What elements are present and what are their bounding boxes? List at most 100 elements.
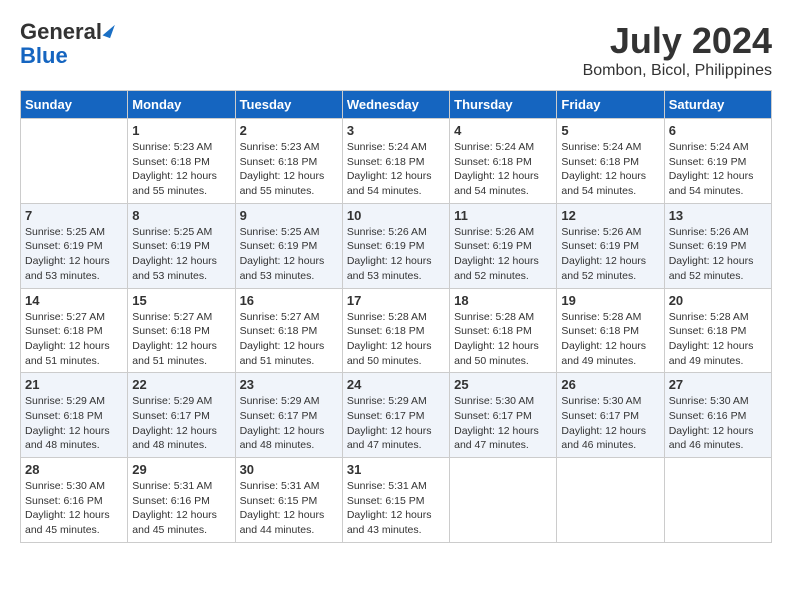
day-info: Sunrise: 5:26 AM Sunset: 6:19 PM Dayligh… [454, 225, 552, 284]
day-info: Sunrise: 5:27 AM Sunset: 6:18 PM Dayligh… [240, 310, 338, 369]
calendar-cell: 10Sunrise: 5:26 AM Sunset: 6:19 PM Dayli… [342, 203, 449, 288]
calendar-table: SundayMondayTuesdayWednesdayThursdayFrid… [20, 90, 772, 543]
calendar-cell: 18 Sunrise: 5:28 AM Sunset: 6:18 PM Dayli… [450, 288, 557, 373]
calendar-cell: 25 Sunrise: 5:30 AM Sunset: 6:17 PM Dayli… [450, 373, 557, 458]
calendar-cell: 9 Sunrise: 5:25 AM Sunset: 6:19 PM Daylig… [235, 203, 342, 288]
calendar-cell: 21 Sunrise: 5:29 AM Sunset: 6:18 PM Dayli… [21, 373, 128, 458]
calendar-col-wednesday: Wednesday [342, 91, 449, 119]
title-block: July 2024 Bombon, Bicol, Philippines [583, 20, 772, 80]
calendar-cell: 1 Sunrise: 5:23 AM Sunset: 6:18 PM Daylig… [128, 119, 235, 204]
calendar-col-tuesday: Tuesday [235, 91, 342, 119]
day-number: 4 [454, 123, 552, 138]
day-number: 26 [561, 377, 659, 392]
day-info: Sunrise: 5:23 AM Sunset: 6:18 PM Dayligh… [240, 140, 338, 199]
calendar-cell: 15Sunrise: 5:27 AM Sunset: 6:18 PM Dayli… [128, 288, 235, 373]
calendar-cell [664, 458, 771, 543]
day-info: Sunrise: 5:28 AM Sunset: 6:18 PM Dayligh… [669, 310, 767, 369]
day-info: Sunrise: 5:30 AM Sunset: 6:17 PM Dayligh… [561, 394, 659, 453]
calendar-col-thursday: Thursday [450, 91, 557, 119]
calendar-cell: 12Sunrise: 5:26 AM Sunset: 6:19 PM Dayli… [557, 203, 664, 288]
day-number: 21 [25, 377, 123, 392]
day-number: 27 [669, 377, 767, 392]
calendar-week-1: 1 Sunrise: 5:23 AM Sunset: 6:18 PM Daylig… [21, 119, 772, 204]
day-info: Sunrise: 5:27 AM Sunset: 6:18 PM Dayligh… [132, 310, 230, 369]
day-info: Sunrise: 5:30 AM Sunset: 6:16 PM Dayligh… [25, 479, 123, 538]
day-info: Sunrise: 5:26 AM Sunset: 6:19 PM Dayligh… [669, 225, 767, 284]
calendar-cell: 6 Sunrise: 5:24 AM Sunset: 6:19 PM Daylig… [664, 119, 771, 204]
calendar-week-2: 7 Sunrise: 5:25 AM Sunset: 6:19 PM Daylig… [21, 203, 772, 288]
calendar-cell: 7Sunrise: 5:25 AM Sunset: 6:19 PM Daylig… [21, 203, 128, 288]
day-number: 28 [25, 462, 123, 477]
day-number: 19 [561, 293, 659, 308]
calendar-cell: 11 Sunrise: 5:26 AM Sunset: 6:19 PM Dayli… [450, 203, 557, 288]
calendar-cell: 3 Sunrise: 5:24 AM Sunset: 6:18 PM Daylig… [342, 119, 449, 204]
day-info: Sunrise: 5:27 AM Sunset: 6:18 PM Dayligh… [25, 310, 123, 369]
day-number: 8 [132, 208, 230, 223]
day-info: Sunrise: 5:24 AM Sunset: 6:18 PM Dayligh… [454, 140, 552, 199]
calendar-cell [21, 119, 128, 204]
calendar-cell: 22Sunrise: 5:29 AM Sunset: 6:17 PM Dayli… [128, 373, 235, 458]
calendar-col-saturday: Saturday [664, 91, 771, 119]
calendar-cell: 30Sunrise: 5:31 AM Sunset: 6:15 PM Dayli… [235, 458, 342, 543]
calendar-cell [450, 458, 557, 543]
logo: General Blue [20, 20, 112, 68]
day-info: Sunrise: 5:30 AM Sunset: 6:16 PM Dayligh… [669, 394, 767, 453]
day-info: Sunrise: 5:29 AM Sunset: 6:17 PM Dayligh… [347, 394, 445, 453]
calendar-cell: 8 Sunrise: 5:25 AM Sunset: 6:19 PM Daylig… [128, 203, 235, 288]
day-number: 11 [454, 208, 552, 223]
day-number: 31 [347, 462, 445, 477]
calendar-cell: 19 Sunrise: 5:28 AM Sunset: 6:18 PM Dayli… [557, 288, 664, 373]
calendar-cell: 23Sunrise: 5:29 AM Sunset: 6:17 PM Dayli… [235, 373, 342, 458]
day-number: 1 [132, 123, 230, 138]
day-info: Sunrise: 5:24 AM Sunset: 6:19 PM Dayligh… [669, 140, 767, 199]
day-info: Sunrise: 5:29 AM Sunset: 6:18 PM Dayligh… [25, 394, 123, 453]
calendar-cell: 16Sunrise: 5:27 AM Sunset: 6:18 PM Dayli… [235, 288, 342, 373]
day-number: 10 [347, 208, 445, 223]
day-number: 23 [240, 377, 338, 392]
day-number: 17 [347, 293, 445, 308]
calendar-cell: 29Sunrise: 5:31 AM Sunset: 6:16 PM Dayli… [128, 458, 235, 543]
day-number: 7 [25, 208, 123, 223]
day-number: 30 [240, 462, 338, 477]
calendar-cell: 2Sunrise: 5:23 AM Sunset: 6:18 PM Daylig… [235, 119, 342, 204]
day-info: Sunrise: 5:31 AM Sunset: 6:16 PM Dayligh… [132, 479, 230, 538]
day-number: 3 [347, 123, 445, 138]
day-number: 18 [454, 293, 552, 308]
calendar-cell: 27 Sunrise: 5:30 AM Sunset: 6:16 PM Dayli… [664, 373, 771, 458]
calendar-week-5: 28 Sunrise: 5:30 AM Sunset: 6:16 PM Dayli… [21, 458, 772, 543]
calendar-cell: 13 Sunrise: 5:26 AM Sunset: 6:19 PM Dayli… [664, 203, 771, 288]
day-info: Sunrise: 5:25 AM Sunset: 6:19 PM Dayligh… [240, 225, 338, 284]
day-info: Sunrise: 5:28 AM Sunset: 6:18 PM Dayligh… [561, 310, 659, 369]
calendar-cell: 24Sunrise: 5:29 AM Sunset: 6:17 PM Dayli… [342, 373, 449, 458]
calendar-cell: 17 Sunrise: 5:28 AM Sunset: 6:18 PM Dayli… [342, 288, 449, 373]
calendar-cell: 31 Sunrise: 5:31 AM Sunset: 6:15 PM Dayli… [342, 458, 449, 543]
day-number: 20 [669, 293, 767, 308]
day-number: 6 [669, 123, 767, 138]
calendar-cell: 4 Sunrise: 5:24 AM Sunset: 6:18 PM Daylig… [450, 119, 557, 204]
day-info: Sunrise: 5:24 AM Sunset: 6:18 PM Dayligh… [347, 140, 445, 199]
calendar-week-3: 14Sunrise: 5:27 AM Sunset: 6:18 PM Dayli… [21, 288, 772, 373]
day-info: Sunrise: 5:23 AM Sunset: 6:18 PM Dayligh… [132, 140, 230, 199]
day-info: Sunrise: 5:28 AM Sunset: 6:18 PM Dayligh… [347, 310, 445, 369]
day-number: 25 [454, 377, 552, 392]
day-info: Sunrise: 5:30 AM Sunset: 6:17 PM Dayligh… [454, 394, 552, 453]
day-number: 12 [561, 208, 659, 223]
day-number: 5 [561, 123, 659, 138]
calendar-col-monday: Monday [128, 91, 235, 119]
calendar-col-friday: Friday [557, 91, 664, 119]
calendar-cell: 28 Sunrise: 5:30 AM Sunset: 6:16 PM Dayli… [21, 458, 128, 543]
day-number: 22 [132, 377, 230, 392]
day-number: 13 [669, 208, 767, 223]
calendar-col-sunday: Sunday [21, 91, 128, 119]
calendar-cell: 5Sunrise: 5:24 AM Sunset: 6:18 PM Daylig… [557, 119, 664, 204]
day-info: Sunrise: 5:25 AM Sunset: 6:19 PM Dayligh… [132, 225, 230, 284]
page-title: July 2024 [583, 20, 772, 62]
calendar-header-row: SundayMondayTuesdayWednesdayThursdayFrid… [21, 91, 772, 119]
logo-text: General [20, 20, 112, 44]
calendar-cell: 20 Sunrise: 5:28 AM Sunset: 6:18 PM Dayli… [664, 288, 771, 373]
day-number: 9 [240, 208, 338, 223]
day-info: Sunrise: 5:28 AM Sunset: 6:18 PM Dayligh… [454, 310, 552, 369]
page-header: General Blue July 2024 Bombon, Bicol, Ph… [20, 20, 772, 80]
calendar-cell: 14Sunrise: 5:27 AM Sunset: 6:18 PM Dayli… [21, 288, 128, 373]
day-info: Sunrise: 5:31 AM Sunset: 6:15 PM Dayligh… [347, 479, 445, 538]
